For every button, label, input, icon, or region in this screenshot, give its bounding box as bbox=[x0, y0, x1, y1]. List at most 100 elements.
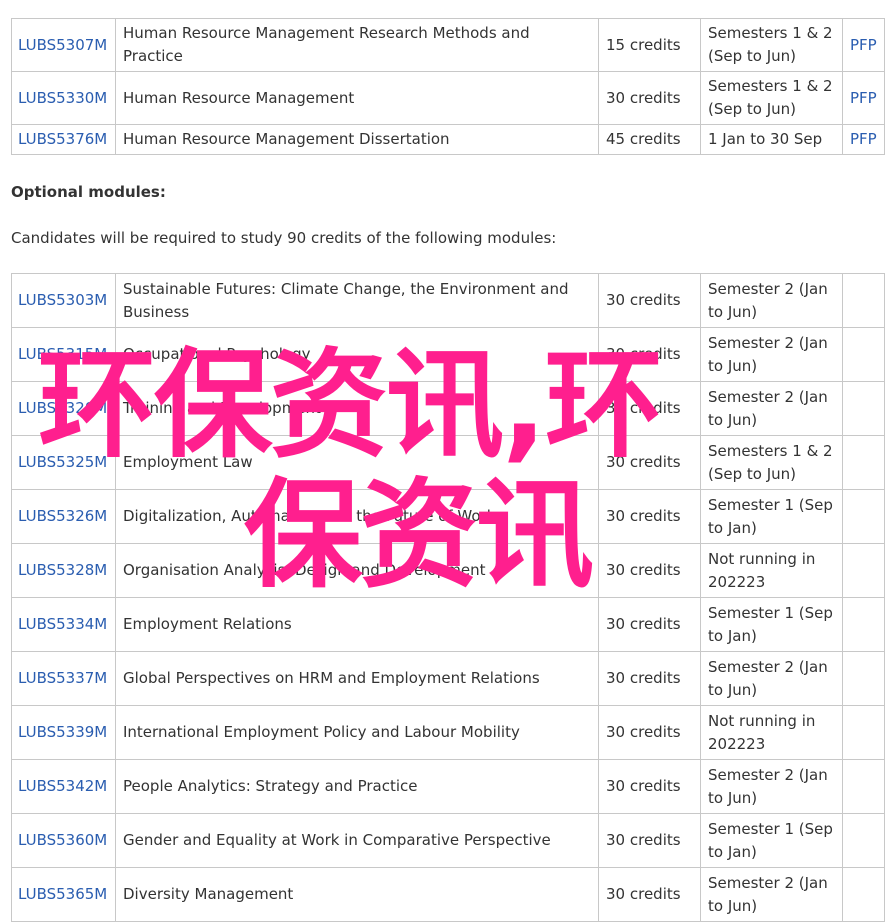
module-row: LUBS5339M International Employment Policy… bbox=[11, 705, 885, 760]
module-semester: 1 Jan to 30 Sep bbox=[700, 124, 843, 155]
module-code-cell: LUBS5339M bbox=[11, 705, 116, 760]
module-code-link[interactable]: LUBS5360M bbox=[18, 831, 107, 849]
module-code-link[interactable]: LUBS5376M bbox=[18, 130, 107, 148]
module-title: Occupational Psychology bbox=[115, 327, 599, 382]
module-code-link[interactable]: LUBS5330M bbox=[18, 89, 107, 107]
module-credits: 30 credits bbox=[598, 381, 701, 436]
module-semester: Semester 1 (Sep to Jan) bbox=[700, 489, 843, 544]
module-title: Organisation Analysis, Design and Develo… bbox=[115, 543, 599, 598]
module-credits: 30 credits bbox=[598, 813, 701, 868]
pfp-link[interactable]: PFP bbox=[850, 36, 877, 54]
module-row: LUBS5334M Employment Relations 30 credits S… bbox=[11, 597, 885, 652]
module-semester: Semesters 1 & 2 (Sep to Jun) bbox=[700, 18, 843, 72]
module-row: LUBS5303M Sustainable Futures: Climate Ch… bbox=[11, 273, 885, 328]
module-semester: Semesters 1 & 2 (Sep to Jun) bbox=[700, 435, 843, 490]
module-row: LUBS5337M Global Perspectives on HRM and … bbox=[11, 651, 885, 706]
module-code-link[interactable]: LUBS5328M bbox=[18, 561, 107, 579]
module-title: Human Resource Management bbox=[115, 71, 599, 125]
module-semester: Not running in 202223 bbox=[700, 543, 843, 598]
module-code-link[interactable]: LUBS5342M bbox=[18, 777, 107, 795]
module-row: LUBS5360M Gender and Equality at Work in … bbox=[11, 813, 885, 868]
module-credits: 30 credits bbox=[598, 327, 701, 382]
optional-modules-table: LUBS5303M Sustainable Futures: Climate Ch… bbox=[11, 273, 885, 922]
module-code-cell: LUBS5330M bbox=[11, 71, 116, 125]
module-semester: Semester 1 (Sep to Jan) bbox=[700, 597, 843, 652]
module-pfp-cell bbox=[842, 435, 885, 490]
module-code-cell: LUBS5326M bbox=[11, 489, 116, 544]
module-credits: 30 credits bbox=[598, 867, 701, 922]
module-pfp-cell bbox=[842, 381, 885, 436]
module-code-link[interactable]: LUBS5307M bbox=[18, 36, 107, 54]
module-semester: Not running in 202223 bbox=[700, 705, 843, 760]
module-pfp-cell bbox=[842, 705, 885, 760]
module-credits: 15 credits bbox=[598, 18, 701, 72]
module-credits: 45 credits bbox=[598, 124, 701, 155]
module-semester: Semester 2 (Jan to Jun) bbox=[700, 867, 843, 922]
module-pfp-cell bbox=[842, 273, 885, 328]
module-pfp-cell bbox=[842, 327, 885, 382]
module-code-link[interactable]: LUBS5365M bbox=[18, 885, 107, 903]
module-row: LUBS5330M Human Resource Management 30 cre… bbox=[11, 71, 885, 125]
pfp-link[interactable]: PFP bbox=[850, 89, 877, 107]
module-code-cell: LUBS5337M bbox=[11, 651, 116, 706]
module-title: People Analytics: Strategy and Practice bbox=[115, 759, 599, 814]
module-code-cell: LUBS5307M bbox=[11, 18, 116, 72]
module-pfp-cell bbox=[842, 813, 885, 868]
module-title: Sustainable Futures: Climate Change, the… bbox=[115, 273, 599, 328]
module-credits: 30 credits bbox=[598, 435, 701, 490]
module-row: LUBS5326M Digitalization, Automation and … bbox=[11, 489, 885, 544]
module-code-link[interactable]: LUBS5337M bbox=[18, 669, 107, 687]
module-pfp-cell: PFP bbox=[842, 124, 885, 155]
module-title: Employment Relations bbox=[115, 597, 599, 652]
module-pfp-cell bbox=[842, 651, 885, 706]
module-code-link[interactable]: LUBS5315M bbox=[18, 345, 107, 363]
module-code-link[interactable]: LUBS5303M bbox=[18, 291, 107, 309]
module-code-cell: LUBS5315M bbox=[11, 327, 116, 382]
pfp-link[interactable]: PFP bbox=[850, 130, 877, 148]
module-semester: Semester 2 (Jan to Jun) bbox=[700, 759, 843, 814]
module-row: LUBS5328M Organisation Analysis, Design a… bbox=[11, 543, 885, 598]
module-title: Global Perspectives on HRM and Employmen… bbox=[115, 651, 599, 706]
module-semester: Semesters 1 & 2 (Sep to Jun) bbox=[700, 71, 843, 125]
module-title: International Employment Policy and Labo… bbox=[115, 705, 599, 760]
module-credits: 30 credits bbox=[598, 489, 701, 544]
module-code-link[interactable]: LUBS5339M bbox=[18, 723, 107, 741]
module-pfp-cell: PFP bbox=[842, 18, 885, 72]
module-code-cell: LUBS5303M bbox=[11, 273, 116, 328]
module-semester: Semester 2 (Jan to Jun) bbox=[700, 381, 843, 436]
module-credits: 30 credits bbox=[598, 651, 701, 706]
module-code-link[interactable]: LUBS5320M bbox=[18, 399, 107, 417]
module-title: Human Resource Management Research Metho… bbox=[115, 18, 599, 72]
module-credits: 30 credits bbox=[598, 705, 701, 760]
module-title: Training and Development bbox=[115, 381, 599, 436]
module-pfp-cell bbox=[842, 759, 885, 814]
module-row: LUBS5342M People Analytics: Strategy and … bbox=[11, 759, 885, 814]
module-code-link[interactable]: LUBS5334M bbox=[18, 615, 107, 633]
module-credits: 30 credits bbox=[598, 543, 701, 598]
module-semester: Semester 1 (Sep to Jan) bbox=[700, 813, 843, 868]
module-title: Gender and Equality at Work in Comparati… bbox=[115, 813, 599, 868]
module-credits: 30 credits bbox=[598, 759, 701, 814]
module-code-cell: LUBS5376M bbox=[11, 124, 116, 155]
module-code-cell: LUBS5334M bbox=[11, 597, 116, 652]
module-code-cell: LUBS5328M bbox=[11, 543, 116, 598]
module-pfp-cell bbox=[842, 867, 885, 922]
module-semester: Semester 2 (Jan to Jun) bbox=[700, 327, 843, 382]
core-modules-table: LUBS5307M Human Resource Management Resea… bbox=[11, 18, 885, 155]
optional-modules-heading: Optional modules: bbox=[11, 183, 166, 201]
module-semester: Semester 2 (Jan to Jun) bbox=[700, 651, 843, 706]
module-credits: 30 credits bbox=[598, 71, 701, 125]
module-code-cell: LUBS5360M bbox=[11, 813, 116, 868]
module-row: LUBS5307M Human Resource Management Resea… bbox=[11, 18, 885, 72]
module-row: LUBS5315M Occupational Psychology 30 credi… bbox=[11, 327, 885, 382]
module-pfp-cell bbox=[842, 489, 885, 544]
module-row: LUBS5365M Diversity Management 30 credits S… bbox=[11, 867, 885, 922]
module-row: LUBS5325M Employment Law 30 credits Semeste… bbox=[11, 435, 885, 490]
module-semester: Semester 2 (Jan to Jun) bbox=[700, 273, 843, 328]
module-code-cell: LUBS5365M bbox=[11, 867, 116, 922]
module-row: LUBS5376M Human Resource Management Disse… bbox=[11, 124, 885, 155]
module-pfp-cell: PFP bbox=[842, 71, 885, 125]
module-code-link[interactable]: LUBS5325M bbox=[18, 453, 107, 471]
module-code-cell: LUBS5342M bbox=[11, 759, 116, 814]
module-code-link[interactable]: LUBS5326M bbox=[18, 507, 107, 525]
